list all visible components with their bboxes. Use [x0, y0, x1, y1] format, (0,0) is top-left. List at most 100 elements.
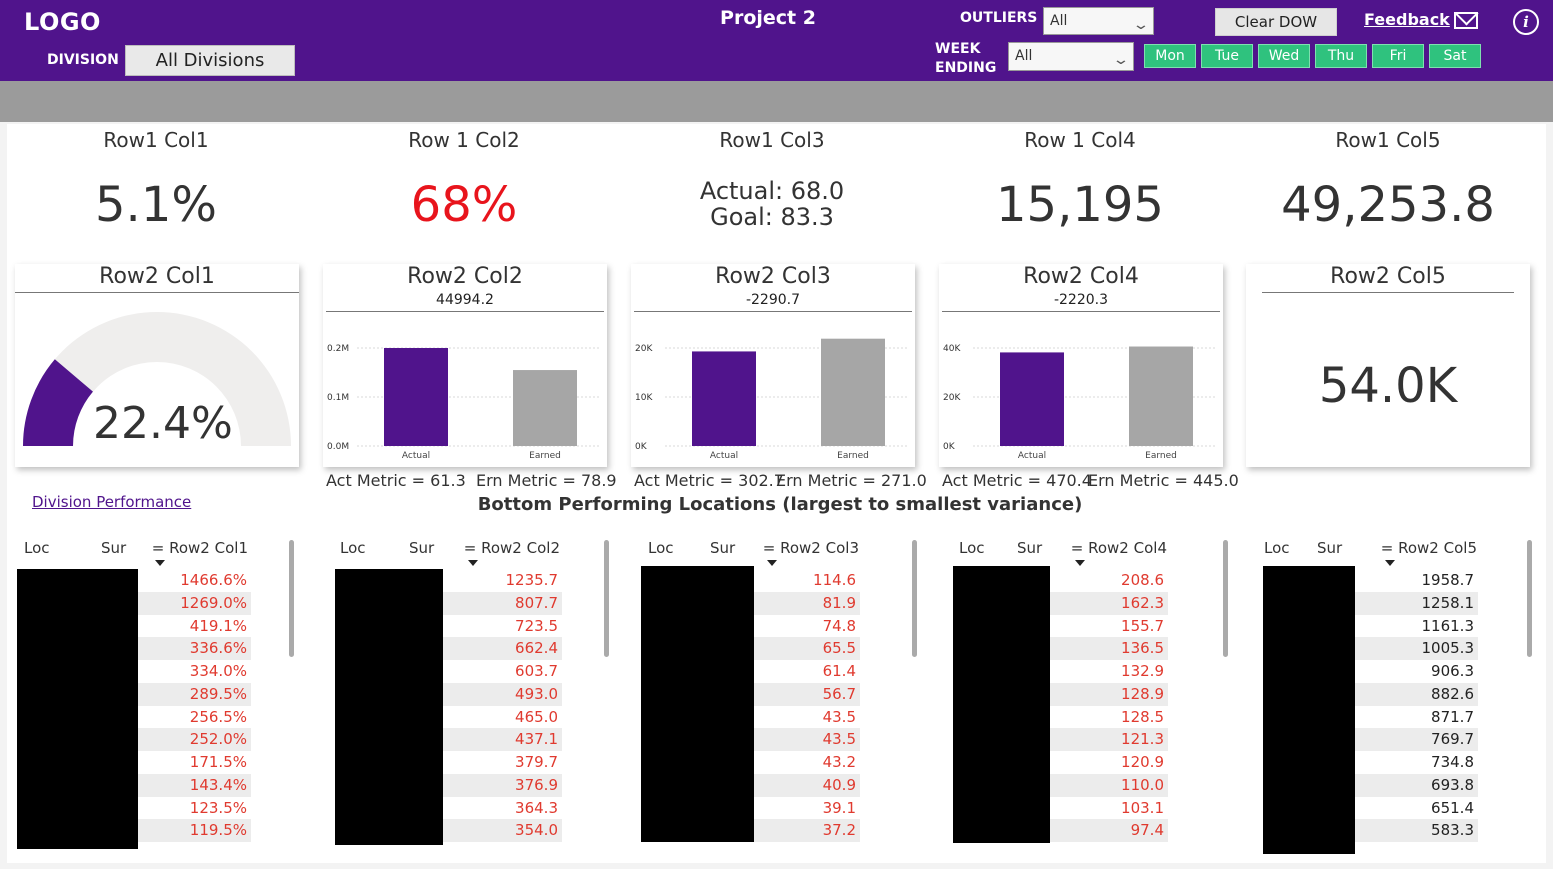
table-row[interactable]: 807.7	[443, 591, 562, 615]
table-row[interactable]: 364.3	[443, 797, 562, 820]
column-header-sur[interactable]: Sur	[1017, 539, 1042, 557]
card-col4[interactable]: Row2 Col4 -2220.3 40K 20K 0K Actual Earned	[939, 264, 1223, 467]
card-gauge[interactable]: Row2 Col1 22.4%	[15, 264, 299, 467]
table-row[interactable]: 379.7	[443, 751, 562, 774]
table-row[interactable]: 119.5%	[138, 819, 251, 842]
table-row[interactable]: 37.2	[754, 819, 860, 842]
column-header-loc[interactable]: Loc	[648, 539, 674, 557]
table-row[interactable]: 871.7	[1355, 706, 1478, 729]
card-col5[interactable]: Row2 Col5 54.0K	[1246, 264, 1530, 467]
column-header-loc[interactable]: Loc	[340, 539, 366, 557]
column-header-value[interactable]: = Row2 Col2	[460, 539, 560, 557]
scrollbar[interactable]	[289, 540, 294, 657]
column-header-value[interactable]: = Row2 Col3	[759, 539, 859, 557]
table-row[interactable]: 769.7	[1355, 728, 1478, 751]
table-row[interactable]: 882.6	[1355, 682, 1478, 706]
column-header-loc[interactable]: Loc	[1264, 539, 1290, 557]
column-header-value[interactable]: = Row2 Col1	[148, 539, 248, 557]
table-row[interactable]: 493.0	[443, 682, 562, 706]
info-icon[interactable]: i	[1513, 9, 1539, 35]
table-row[interactable]: 120.9	[1050, 751, 1168, 774]
column-header-sur[interactable]: Sur	[710, 539, 735, 557]
table-row[interactable]: 334.0%	[138, 660, 251, 683]
day-button-sat[interactable]: Sat	[1429, 44, 1481, 68]
table-row[interactable]: 437.1	[443, 728, 562, 751]
week-ending-dropdown[interactable]: All ⌄	[1008, 42, 1134, 71]
outliers-dropdown[interactable]: All ⌄	[1043, 7, 1154, 35]
table-row[interactable]: 39.1	[754, 797, 860, 820]
mail-icon[interactable]	[1454, 12, 1478, 29]
division-select[interactable]: All Divisions	[125, 45, 295, 76]
table-row[interactable]: 74.8	[754, 615, 860, 638]
table-row[interactable]: 43.5	[754, 728, 860, 751]
table-row[interactable]: 419.1%	[138, 615, 251, 638]
clear-dow-button[interactable]: Clear DOW	[1215, 8, 1337, 36]
table-row[interactable]: 1466.6%	[138, 569, 251, 592]
table-row[interactable]: 162.3	[1050, 591, 1168, 615]
table-row[interactable]: 583.3	[1355, 819, 1478, 842]
card-col3[interactable]: Row2 Col3 -2290.7 20K 10K 0K Actual Earned	[631, 264, 915, 467]
table-row[interactable]: 128.9	[1050, 682, 1168, 706]
table-row[interactable]: 1005.3	[1355, 637, 1478, 660]
sort-desc-icon[interactable]	[1075, 560, 1085, 566]
column-header-sur[interactable]: Sur	[101, 539, 126, 557]
scrollbar[interactable]	[604, 540, 609, 657]
column-header-sur[interactable]: Sur	[409, 539, 434, 557]
table-row[interactable]: 81.9	[754, 591, 860, 615]
table-row[interactable]: 252.0%	[138, 728, 251, 751]
table-row[interactable]: 603.7	[443, 660, 562, 683]
table-row[interactable]: 128.5	[1050, 706, 1168, 729]
table-row[interactable]: 56.7	[754, 682, 860, 706]
day-button-thu[interactable]: Thu	[1315, 44, 1367, 68]
division-performance-link[interactable]: Division Performance	[32, 493, 191, 511]
day-button-wed[interactable]: Wed	[1258, 44, 1310, 68]
sort-desc-icon[interactable]	[1385, 560, 1395, 566]
table-row[interactable]: 132.9	[1050, 660, 1168, 683]
sort-desc-icon[interactable]	[468, 560, 478, 566]
sort-desc-icon[interactable]	[155, 560, 165, 566]
column-header-loc[interactable]: Loc	[959, 539, 985, 557]
table-row[interactable]: 103.1	[1050, 797, 1168, 820]
table-row[interactable]: 465.0	[443, 706, 562, 729]
scrollbar[interactable]	[1527, 540, 1532, 657]
table-row[interactable]: 256.5%	[138, 706, 251, 729]
table-row[interactable]: 97.4	[1050, 819, 1168, 842]
table-row[interactable]: 65.5	[754, 637, 860, 660]
table-row[interactable]: 136.5	[1050, 637, 1168, 660]
table-row[interactable]: 143.4%	[138, 773, 251, 797]
table-row[interactable]: 114.6	[754, 569, 860, 592]
table-row[interactable]: 734.8	[1355, 751, 1478, 774]
column-header-sur[interactable]: Sur	[1317, 539, 1342, 557]
table-row[interactable]: 171.5%	[138, 751, 251, 774]
table-row[interactable]: 121.3	[1050, 728, 1168, 751]
table-row[interactable]: 289.5%	[138, 682, 251, 706]
feedback-link[interactable]: Feedback	[1364, 10, 1450, 29]
day-button-mon[interactable]: Mon	[1144, 44, 1196, 68]
table-row[interactable]: 43.2	[754, 751, 860, 774]
table-row[interactable]: 693.8	[1355, 773, 1478, 797]
day-button-fri[interactable]: Fri	[1372, 44, 1424, 68]
scrollbar[interactable]	[1223, 540, 1228, 657]
table-row[interactable]: 1235.7	[443, 569, 562, 592]
table-row[interactable]: 723.5	[443, 615, 562, 638]
table-row[interactable]: 662.4	[443, 637, 562, 660]
table-row[interactable]: 110.0	[1050, 773, 1168, 797]
scrollbar[interactable]	[912, 540, 917, 657]
table-row[interactable]: 61.4	[754, 660, 860, 683]
table-row[interactable]: 1258.1	[1355, 591, 1478, 615]
table-row[interactable]: 40.9	[754, 773, 860, 797]
table-row[interactable]: 336.6%	[138, 637, 251, 660]
table-row[interactable]: 376.9	[443, 773, 562, 797]
table-row[interactable]: 651.4	[1355, 797, 1478, 820]
day-button-tue[interactable]: Tue	[1201, 44, 1253, 68]
table-row[interactable]: 354.0	[443, 819, 562, 842]
column-header-loc[interactable]: Loc	[24, 539, 50, 557]
table-row[interactable]: 208.6	[1050, 569, 1168, 592]
card-col2[interactable]: Row2 Col2 44994.2 0.2M 0.1M 0.0M Actual Earn…	[323, 264, 607, 467]
table-row[interactable]: 1269.0%	[138, 591, 251, 615]
table-row[interactable]: 1958.7	[1355, 569, 1478, 592]
table-row[interactable]: 1161.3	[1355, 615, 1478, 638]
column-header-value[interactable]: = Row2 Col4	[1067, 539, 1167, 557]
table-row[interactable]: 155.7	[1050, 615, 1168, 638]
table-row[interactable]: 906.3	[1355, 660, 1478, 683]
